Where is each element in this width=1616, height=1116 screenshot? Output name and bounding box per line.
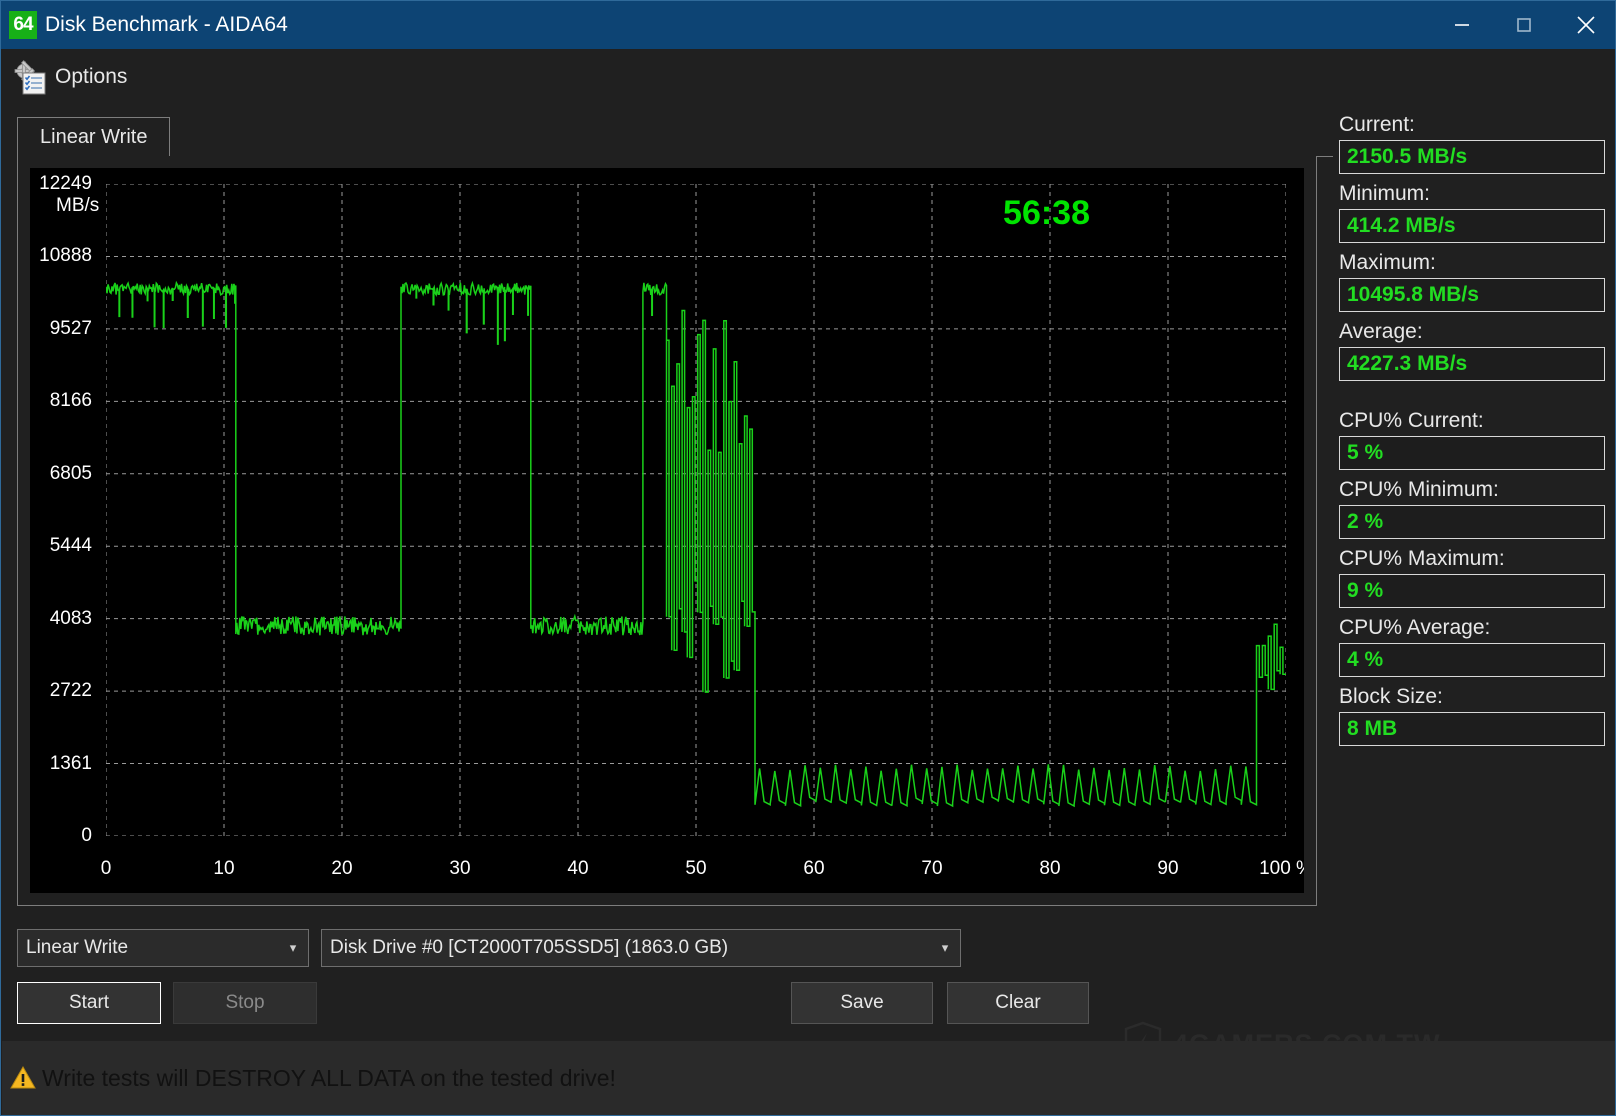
- x-axis-tick-label: 50: [685, 858, 707, 879]
- save-button[interactable]: Save: [791, 982, 933, 1024]
- stat-cpu-average: CPU% Average: 4 %: [1339, 616, 1605, 677]
- y-axis-tick-label: 6805: [49, 462, 92, 484]
- maximize-button[interactable]: [1493, 1, 1555, 49]
- x-axis-tick-label: 80: [1039, 858, 1061, 879]
- tab-linear-write[interactable]: Linear Write: [17, 117, 171, 157]
- chart-panel: MB/s 56:38 0 1361 2722 4083 5444 6805 8166 9527…: [17, 156, 1317, 906]
- stat-value-box: 9 %: [1339, 574, 1605, 608]
- grid-lines: [106, 184, 1286, 836]
- stat-label: Current:: [1339, 113, 1415, 136]
- stat-maximum: Maximum: 10495.8 MB/s: [1339, 251, 1605, 312]
- stat-value-box: 2 %: [1339, 505, 1605, 539]
- stat-average: Average: 4227.3 MB/s: [1339, 320, 1605, 381]
- warning-text: Write tests will DESTROY ALL DATA on the…: [42, 1064, 616, 1091]
- test-type-value: Linear Write: [26, 937, 129, 958]
- drive-select[interactable]: Disk Drive #0 [CT2000T705SSD5] (1863.0 G…: [321, 929, 961, 967]
- clear-button[interactable]: Clear: [947, 982, 1089, 1024]
- x-axis-tick-label: 0: [100, 858, 112, 879]
- chevron-down-icon: ▾: [289, 940, 297, 955]
- stat-cpu-current: CPU% Current: 5 %: [1339, 409, 1605, 470]
- stat-label: Block Size:: [1339, 685, 1443, 708]
- gear-checklist-icon: [11, 59, 47, 95]
- statistics-panel: Current: 2150.5 MB/s Minimum: 414.2 MB/s Max…: [1339, 113, 1605, 754]
- stop-button[interactable]: Stop: [173, 982, 317, 1024]
- stat-value-box: 4 %: [1339, 643, 1605, 677]
- close-button[interactable]: [1555, 1, 1615, 49]
- x-axis-tick-label: 100 %: [1259, 858, 1304, 879]
- aida64-app-icon: 64: [9, 11, 37, 39]
- stat-current: Current: 2150.5 MB/s: [1339, 113, 1605, 174]
- stat-value-box: 10495.8 MB/s: [1339, 278, 1605, 312]
- benchmark-line-chart: [106, 184, 1286, 836]
- x-axis-tick-label: 20: [331, 858, 353, 879]
- stat-minimum: Minimum: 414.2 MB/s: [1339, 182, 1605, 243]
- y-axis-tick-label: 2722: [49, 680, 92, 702]
- stat-value-box: 4227.3 MB/s: [1339, 347, 1605, 381]
- y-axis-tick-label: 9527: [49, 317, 92, 339]
- stat-value-box: 2150.5 MB/s: [1339, 140, 1605, 174]
- test-type-select[interactable]: Linear Write ▾: [17, 929, 309, 967]
- stat-label: CPU% Current:: [1339, 409, 1484, 432]
- y-axis-unit-label: MB/s: [56, 195, 100, 216]
- options-bar: Options: [1, 49, 1615, 105]
- x-axis-tick-label: 40: [567, 858, 589, 879]
- warning-triangle-icon: [10, 1065, 36, 1089]
- x-axis-tick-label: 10: [213, 858, 235, 879]
- options-menu-label[interactable]: Options: [55, 65, 127, 89]
- warning-bar: Write tests will DESTROY ALL DATA on the…: [2, 1041, 1615, 1115]
- stat-value: 2150.5 MB/s: [1347, 145, 1468, 168]
- minimize-icon: [1455, 24, 1469, 26]
- stat-label: CPU% Maximum:: [1339, 547, 1505, 570]
- close-icon: [1577, 16, 1595, 34]
- stat-value: 9 %: [1347, 579, 1384, 602]
- title-bar: 64 Disk Benchmark - AIDA64: [1, 1, 1615, 49]
- start-button[interactable]: Start: [17, 982, 161, 1024]
- stat-label: CPU% Minimum:: [1339, 478, 1499, 501]
- window-controls: [1431, 1, 1615, 49]
- y-axis-tick-label: 8166: [49, 390, 92, 412]
- stat-value: 4227.3 MB/s: [1347, 352, 1468, 375]
- stat-value: 414.2 MB/s: [1347, 214, 1456, 237]
- tab-label: Linear Write: [40, 126, 148, 148]
- stat-block-size: Block Size: 8 MB: [1339, 685, 1605, 746]
- stat-value-box: 414.2 MB/s: [1339, 209, 1605, 243]
- maximize-icon: [1517, 18, 1531, 32]
- y-axis-tick-label: 1361: [49, 752, 92, 774]
- y-axis-tick-label: 10888: [39, 245, 92, 267]
- x-axis-tick-label: 30: [449, 858, 471, 879]
- window-title: Disk Benchmark - AIDA64: [45, 13, 288, 36]
- stat-value: 2 %: [1347, 510, 1384, 533]
- x-axis-tick-label: 90: [1157, 858, 1179, 879]
- stat-value: 8 MB: [1347, 717, 1398, 740]
- tab-strip: Linear Write: [17, 117, 1333, 157]
- y-axis-tick-label: 5444: [49, 535, 92, 557]
- minimize-button[interactable]: [1431, 1, 1493, 49]
- x-axis-tick-label: 60: [803, 858, 825, 879]
- plot-area: [106, 184, 1286, 836]
- drive-value: Disk Drive #0 [CT2000T705SSD5] (1863.0 G…: [330, 937, 729, 958]
- stat-label: Average:: [1339, 320, 1423, 343]
- stat-value: 4 %: [1347, 648, 1384, 671]
- stat-cpu-maximum: CPU% Maximum: 9 %: [1339, 547, 1605, 608]
- y-axis-tick-label: 0: [81, 825, 92, 846]
- stat-cpu-minimum: CPU% Minimum: 2 %: [1339, 478, 1605, 539]
- chevron-down-icon: ▾: [941, 940, 949, 955]
- stat-group-spacer: [1339, 389, 1605, 409]
- stat-label: Minimum:: [1339, 182, 1431, 205]
- stat-value: 5 %: [1347, 441, 1384, 464]
- x-axis-tick-label: 70: [921, 858, 943, 879]
- stat-value: 10495.8 MB/s: [1347, 283, 1479, 306]
- chart-canvas: MB/s 56:38 0 1361 2722 4083 5444 6805 8166 9527…: [30, 168, 1304, 893]
- y-axis-tick-label: 4083: [49, 607, 92, 629]
- stat-label: Maximum:: [1339, 251, 1436, 274]
- y-axis-tick-label: 12249: [39, 173, 92, 194]
- disk-benchmark-window: 64 Disk Benchmark - AIDA64 Options Linea…: [0, 0, 1616, 1116]
- stat-value-box: 5 %: [1339, 436, 1605, 470]
- stat-label: CPU% Average:: [1339, 616, 1491, 639]
- stat-value-box: 8 MB: [1339, 712, 1605, 746]
